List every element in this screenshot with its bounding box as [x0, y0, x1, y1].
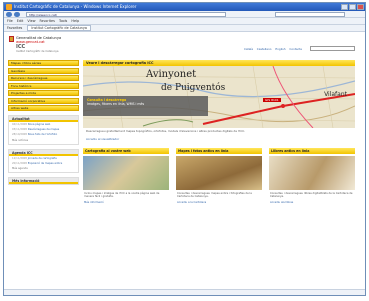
feature-title[interactable]: Mapes i fotos antics en línia: [176, 148, 262, 154]
page-header: Generalitat de Catalunya www.gencat.cat …: [4, 34, 365, 56]
nav-item-informacio[interactable]: Informació corporativa: [8, 97, 79, 104]
agenda-box: Agenda ICC 12/11/2008 Jornada de cartogr…: [8, 148, 79, 174]
address-bar: http://www.icc.cat/: [4, 11, 365, 18]
feature-column: Llibres antics en línia Consulteu i desc…: [269, 148, 355, 205]
status-bar: [4, 289, 365, 295]
main-content: Veure i descàrregar cartografia ICC Avin…: [83, 60, 355, 204]
map-overlay[interactable]: Consulta i descàrrega Imatges, fitxers e…: [83, 96, 208, 116]
news-text: Nova pàgina web: [27, 123, 51, 126]
link-castellano[interactable]: Castellano: [257, 47, 272, 51]
viewer-link[interactable]: Accediu al visualitzador: [83, 135, 355, 141]
info-box: Més informació: [8, 177, 79, 186]
news-date: 03/11/2008: [12, 128, 27, 132]
menu-view[interactable]: View: [27, 19, 35, 23]
maximize-button[interactable]: [349, 4, 356, 10]
ie-icon: [6, 4, 12, 10]
gencat-logo[interactable]: Generalitat de Catalunya www.gencat.cat: [9, 36, 61, 44]
news-more-link[interactable]: Més notícies: [9, 138, 78, 144]
forward-button[interactable]: [14, 12, 20, 17]
news-box: Actualitat 04/11/2008 Nova pàgina web 03…: [8, 115, 79, 145]
icc-logo-subtitle: Institut Cartogràfic de Catalunya: [16, 50, 59, 53]
nav-item-projectes[interactable]: Projectes a mida: [8, 90, 79, 96]
back-button[interactable]: [6, 12, 12, 17]
menu-file[interactable]: File: [7, 19, 13, 23]
gencat-shield-icon: [9, 36, 14, 42]
feature-text: Inclou mapes i imatges de l'ICC a la vos…: [84, 192, 160, 199]
site-search-input[interactable]: [310, 46, 355, 51]
agenda-date: 12/11/2008: [12, 156, 27, 160]
top-links: Català Castellano English Contacte: [244, 47, 305, 51]
map-badge: GIS 8101: [263, 98, 281, 102]
title-bar: Institut Cartogràfic de Catalunya - Wind…: [4, 3, 365, 11]
menu-edit[interactable]: Edit: [17, 19, 24, 23]
web-page: Generalitat de Catalunya www.gencat.cat …: [4, 34, 365, 295]
feature-column: Cartografia al vostre web Inclou mapes i…: [83, 148, 169, 205]
menu-tools[interactable]: Tools: [59, 19, 67, 23]
feature-link[interactable]: Accediu als llibres: [269, 200, 355, 205]
link-contacte[interactable]: Contacte: [289, 47, 302, 51]
link-catala[interactable]: Català: [244, 47, 253, 51]
feature-thumbnail[interactable]: [269, 156, 355, 190]
news-date: 04/11/2008: [12, 123, 27, 126]
feature-text: Consulteu i descarregueu mapes antics i …: [177, 192, 252, 199]
address-input[interactable]: http://www.icc.cat/: [26, 12, 226, 17]
news-text: Nous fulls de l'ortofoto: [27, 133, 58, 137]
nav-item-mapes[interactable]: Mapes i fotos aèries: [8, 60, 79, 66]
menu-help[interactable]: Help: [71, 19, 79, 23]
nav-item-altres[interactable]: Altres webs: [8, 105, 79, 111]
map-place-label: Vilafant: [324, 91, 347, 98]
browser-tab[interactable]: Institut Cartogràfic de Catalunya: [27, 25, 91, 31]
news-date: 28/10/2008: [12, 133, 27, 137]
close-button[interactable]: [357, 4, 364, 10]
feature-text: Consulteu i descarregueu llibres digital…: [270, 192, 353, 199]
agenda-date: 20/11/2008: [12, 161, 27, 165]
news-text: Descàrregues de mapes: [27, 128, 60, 132]
feature-title[interactable]: Cartografia al vostre web: [83, 148, 169, 154]
feature-column: Mapes i fotos antics en línia Consulteu …: [176, 148, 262, 205]
window-title: Institut Cartogràfic de Catalunya - Wind…: [14, 4, 137, 9]
map-viewer[interactable]: Avinyonet de Puigventós Vilafant GIS 810…: [83, 66, 355, 128]
agenda-more-link[interactable]: Més agenda: [9, 166, 78, 172]
agenda-text: Exposició de mapes antics: [27, 161, 63, 165]
browser-window: Institut Cartogràfic de Catalunya - Wind…: [3, 2, 366, 296]
link-english[interactable]: English: [275, 47, 285, 51]
left-column: Mapes i fotos aèries Geodèsia Recursos i…: [8, 60, 79, 186]
nav-item-fons[interactable]: Fons històrics: [8, 82, 79, 89]
feature-link[interactable]: Accediu a la Cartoteca: [176, 200, 262, 205]
menu-favorites[interactable]: Favorites: [40, 19, 55, 23]
favorites-bar: Favorites Institut Cartogràfic de Catalu…: [4, 25, 365, 32]
main-description: Descarregueu gratuïtament mapes topogràf…: [86, 129, 246, 133]
overlay-text: Imatges, fitxers en línia, WMS i més: [87, 102, 145, 106]
feature-thumbnail[interactable]: [176, 156, 262, 190]
minimize-button[interactable]: [341, 4, 348, 10]
agenda-text: Jornada de cartografia: [27, 156, 57, 160]
feature-thumbnail[interactable]: [83, 156, 169, 190]
nav-item-geodesia[interactable]: Geodèsia: [8, 67, 79, 74]
map-place-title: Avinyonet: [146, 69, 197, 80]
favorites-button[interactable]: Favorites: [7, 26, 22, 30]
icc-logo[interactable]: ICC Institut Cartogràfic de Catalunya: [16, 44, 58, 53]
map-place-subtitle: de Puigventós: [161, 83, 226, 93]
feature-link[interactable]: Més informació: [83, 200, 169, 205]
feature-title[interactable]: Llibres antics en línia: [269, 148, 355, 154]
search-input[interactable]: [275, 12, 345, 17]
menu-bar: File Edit View Favorites Tools Help: [4, 18, 365, 25]
nav-item-recursos[interactable]: Recursos i descàrregues: [8, 75, 79, 81]
info-title: Més informació: [9, 178, 78, 185]
